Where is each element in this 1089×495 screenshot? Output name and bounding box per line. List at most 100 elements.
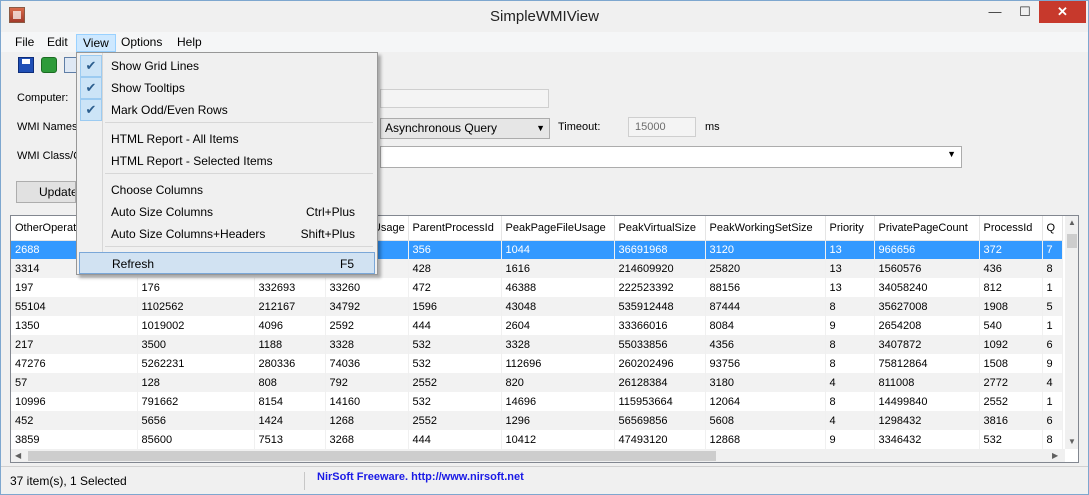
column-header[interactable]: ParentProcessId xyxy=(408,216,502,241)
status-item-count: 37 item(s), 1 Selected xyxy=(10,472,305,490)
computer-input[interactable] xyxy=(380,89,549,108)
timeout-input[interactable]: 15000 xyxy=(628,117,696,137)
table-cell: 332693 xyxy=(254,278,326,297)
table-cell: 217 xyxy=(11,335,138,354)
table-cell: 2552 xyxy=(408,373,502,392)
column-header[interactable]: PrivatePageCount xyxy=(874,216,980,241)
table-cell: 8084 xyxy=(705,316,826,335)
menu-edit[interactable]: Edit xyxy=(41,34,74,52)
scroll-down-icon[interactable]: ▼ xyxy=(1068,437,1076,446)
table-cell: 12868 xyxy=(705,430,826,449)
table-row[interactable]: 57 128 808 792 2552 820 26128384 3180 4 811008 277… xyxy=(11,373,1063,392)
table-cell: 811008 xyxy=(874,373,980,392)
table-cell: 428 xyxy=(408,259,502,278)
horizontal-scrollbar[interactable]: ◀ ▶ xyxy=(11,449,1065,462)
menu-separator xyxy=(105,122,373,123)
query-mode-select[interactable]: Asynchronous Query ▼ xyxy=(380,118,550,139)
table-row[interactable]: 452 5656 1424 1268 2552 1296 56569856 5608 4 1298… xyxy=(11,411,1063,430)
menu-help[interactable]: Help xyxy=(171,34,208,52)
save-icon[interactable] xyxy=(18,57,34,73)
table-row[interactable]: 3859 85600 7513 3268 444 10412 47493120 12868 9 3… xyxy=(11,430,1063,449)
vertical-scrollbar[interactable]: ▲ ▼ xyxy=(1065,216,1078,449)
table-row[interactable]: 197 176 332693 33260 472 46388 222523392 88156 1… xyxy=(11,278,1063,297)
menu-item-auto-size-columns-headers[interactable]: Auto Size Columns+Headers Shift+Plus xyxy=(79,223,375,245)
table-cell: 1908 xyxy=(979,297,1043,316)
nirsoft-link[interactable]: NirSoft Freeware. http://www.nirsoft.net xyxy=(317,471,524,483)
table-cell: 1044 xyxy=(501,240,615,259)
column-header[interactable]: PeakWorkingSetSize xyxy=(705,216,826,241)
column-header[interactable]: PeakPageFileUsage xyxy=(501,216,615,241)
horizontal-scroll-thumb[interactable] xyxy=(28,451,716,461)
table-cell: 1 xyxy=(1042,316,1063,335)
table-row[interactable]: 47276 5262231 280336 74036 532 112696 26020249… xyxy=(11,354,1063,373)
scroll-up-icon[interactable]: ▲ xyxy=(1068,218,1076,227)
table-cell: 472 xyxy=(408,278,502,297)
table-cell: 260202496 xyxy=(614,354,706,373)
close-button[interactable]: ✕ xyxy=(1039,1,1086,23)
menu-file[interactable]: File xyxy=(9,34,40,52)
column-header[interactable]: PeakVirtualSize xyxy=(614,216,706,241)
table-cell: 112696 xyxy=(501,354,615,373)
table-cell: 280336 xyxy=(254,354,326,373)
wmi-namespace-label: WMI Names xyxy=(17,121,78,133)
column-header[interactable]: Q xyxy=(1042,216,1063,241)
table-cell: 1616 xyxy=(501,259,615,278)
refresh-icon[interactable] xyxy=(41,57,57,73)
table-cell: 532 xyxy=(408,354,502,373)
menu-item-show-tooltips[interactable]: ✔ Show Tooltips xyxy=(79,77,375,99)
table-cell: 128 xyxy=(137,373,255,392)
table-cell: 8 xyxy=(1042,259,1063,278)
maximize-button[interactable]: ☐ xyxy=(1011,1,1039,23)
wmi-class-select[interactable]: ▼ xyxy=(380,146,962,168)
table-cell: 5262231 xyxy=(137,354,255,373)
minimize-button[interactable]: — xyxy=(981,1,1009,23)
table-cell: 3816 xyxy=(979,411,1043,430)
table-row[interactable]: 10996 791662 8154 14160 532 14696 115953664 120… xyxy=(11,392,1063,411)
table-row[interactable]: 55104 1102562 212167 34792 1596 43048 53591244… xyxy=(11,297,1063,316)
chevron-down-icon: ▼ xyxy=(947,149,956,159)
update-button[interactable]: Update xyxy=(16,181,76,203)
table-cell: 8 xyxy=(825,297,875,316)
table-cell: 1019002 xyxy=(137,316,255,335)
table-cell: 47276 xyxy=(11,354,138,373)
table-cell: 3407872 xyxy=(874,335,980,354)
menu-item-html-report-selected[interactable]: HTML Report - Selected Items xyxy=(79,150,375,172)
menu-item-mark-odd-even-rows[interactable]: ✔ Mark Odd/Even Rows xyxy=(79,99,375,121)
table-cell: 26128384 xyxy=(614,373,706,392)
menu-item-shortcut: Ctrl+Plus xyxy=(305,205,355,219)
title-bar[interactable]: SimpleWMIView — ☐ ✕ xyxy=(1,1,1088,32)
table-row[interactable]: 217 3500 1188 3328 532 3328 55033856 4356 8 34078… xyxy=(11,335,1063,354)
menu-view[interactable]: View xyxy=(76,34,116,52)
table-cell: 14499840 xyxy=(874,392,980,411)
scroll-right-icon[interactable]: ▶ xyxy=(1052,451,1058,460)
column-header[interactable]: Priority xyxy=(825,216,875,241)
table-cell: 3328 xyxy=(501,335,615,354)
vertical-scroll-thumb[interactable] xyxy=(1067,234,1077,248)
table-cell: 1296 xyxy=(501,411,615,430)
table-cell: 10412 xyxy=(501,430,615,449)
table-cell: 9 xyxy=(1042,354,1063,373)
table-cell: 5608 xyxy=(705,411,826,430)
menu-item-label: Show Grid Lines xyxy=(111,59,200,73)
menu-options[interactable]: Options xyxy=(115,34,168,52)
column-header[interactable]: ProcessId xyxy=(979,216,1043,241)
table-cell: 2654208 xyxy=(874,316,980,335)
scroll-left-icon[interactable]: ◀ xyxy=(15,451,21,460)
menu-item-refresh[interactable]: Refresh F5 xyxy=(79,252,375,274)
table-cell: 3346432 xyxy=(874,430,980,449)
table-cell: 1 xyxy=(1042,278,1063,297)
table-cell: 214609920 xyxy=(614,259,706,278)
chevron-down-icon: ▼ xyxy=(536,123,545,133)
menu-item-choose-columns[interactable]: Choose Columns xyxy=(79,179,375,201)
table-cell: 33260 xyxy=(325,278,409,297)
table-cell: 34792 xyxy=(325,297,409,316)
menu-item-show-grid-lines[interactable]: ✔ Show Grid Lines xyxy=(79,55,375,77)
menu-item-label: Auto Size Columns+Headers xyxy=(111,227,266,241)
table-cell: 1092 xyxy=(979,335,1043,354)
table-cell: 36691968 xyxy=(614,240,706,259)
menu-item-auto-size-columns[interactable]: Auto Size Columns Ctrl+Plus xyxy=(79,201,375,223)
table-cell: 1424 xyxy=(254,411,326,430)
menu-item-html-report-all[interactable]: HTML Report - All Items xyxy=(79,128,375,150)
table-row[interactable]: 1350 1019002 4096 2592 444 2604 33366016 8084 9 2… xyxy=(11,316,1063,335)
table-cell: 1 xyxy=(1042,392,1063,411)
